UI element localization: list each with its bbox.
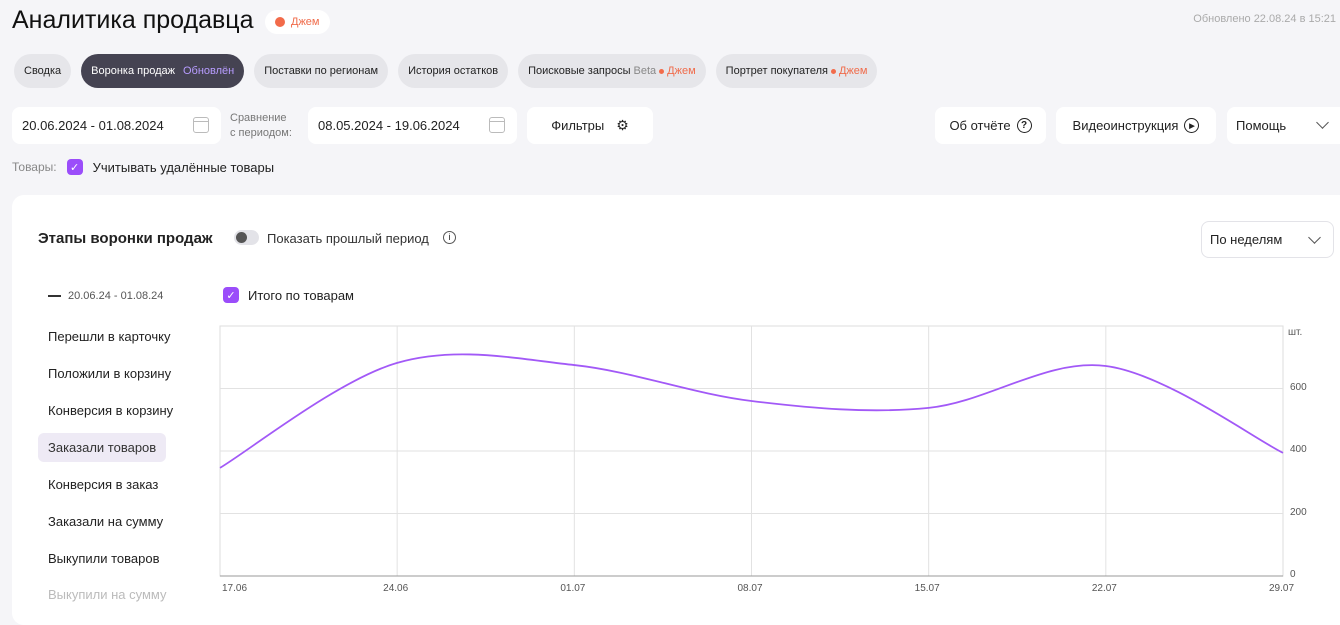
y-tick-label: 0 [1290,569,1296,580]
y-axis-unit: шт. [1288,327,1303,338]
y-tick-label: 600 [1290,381,1307,393]
x-tick-label: 01.07 [560,583,586,594]
funnel-chart [219,325,1284,577]
x-tick-label: 08.07 [737,583,763,594]
y-tick-label: 200 [1290,506,1307,518]
x-tick-label: 29.07 [1269,583,1295,594]
x-tick-label: 15.07 [914,583,940,594]
x-tick-label: 24.06 [383,583,409,594]
y-tick-label: 400 [1290,444,1307,455]
x-tick-label: 17.06 [222,583,248,594]
x-tick-label: 22.07 [1091,583,1117,594]
